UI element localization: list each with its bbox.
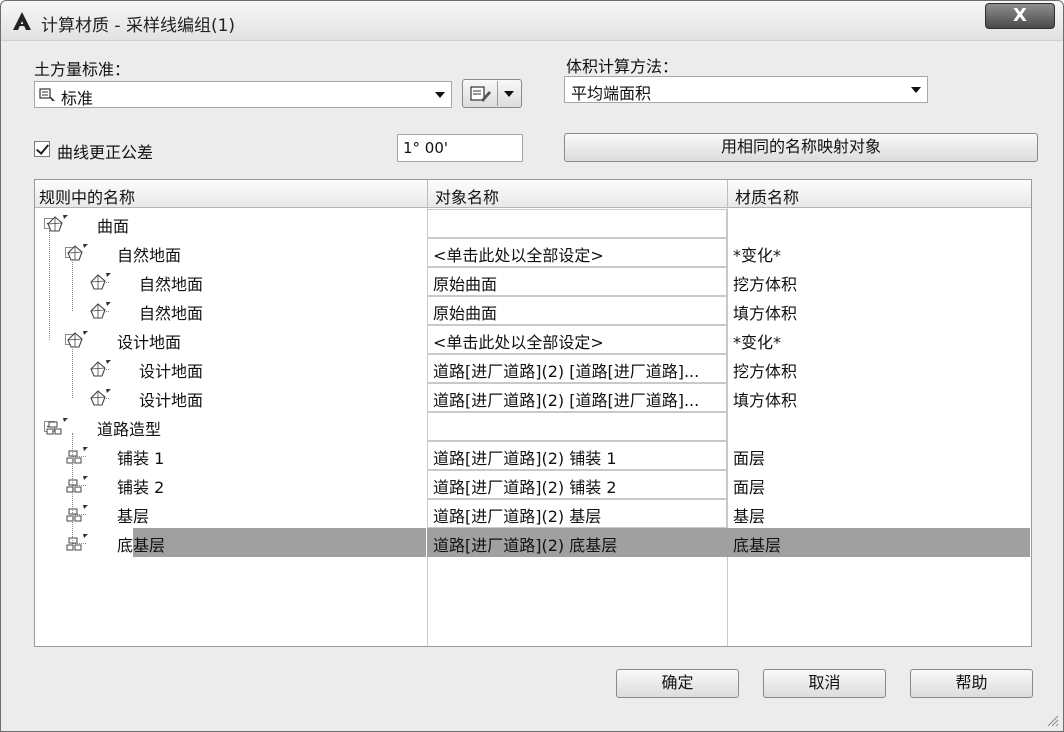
earthwork-criteria-label: 土方量标准： xyxy=(34,60,131,79)
table-row[interactable]: 铺装 1 道路[进厂道路](2) 铺装 1 面层 xyxy=(35,441,1031,470)
object-name-cell[interactable]: 道路[进厂道路](2) 底基层 xyxy=(427,528,727,557)
object-name-cell[interactable]: 道路[进厂道路](2) 基层 xyxy=(427,499,727,528)
object-name-cell[interactable] xyxy=(427,412,727,441)
rule-name-cell: 底基层 xyxy=(117,536,166,555)
object-name-text: <单击此处以全部设定> xyxy=(433,333,604,352)
volume-method-label: 体积计算方法： xyxy=(566,57,679,76)
object-name-cell[interactable]: 道路[进厂道路](2) 铺装 2 xyxy=(427,470,727,499)
rule-name-cell: 设计地面 xyxy=(139,362,204,381)
map-same-name-button[interactable]: 用相同的名称映射对象 xyxy=(564,133,1038,162)
rule-name-cell: 设计地面 xyxy=(117,333,182,352)
rule-name-cell: 自然地面 xyxy=(117,246,182,265)
curve-correction-label: 曲线更正公差 xyxy=(57,143,154,162)
table-row[interactable]: 曲面 xyxy=(35,209,1031,238)
surface-icon xyxy=(65,329,89,351)
surface-icon xyxy=(88,300,112,322)
object-name-text: 道路[进厂道路](2) [道路[进厂道路]... xyxy=(433,362,700,381)
material-name-cell[interactable]: *变化* xyxy=(733,329,781,353)
object-name-cell[interactable]: 道路[进厂道路](2) 铺装 1 xyxy=(427,441,727,470)
object-name-cell[interactable]: 道路[进厂道路](2) [道路[进厂道路]... xyxy=(427,383,727,412)
rule-name-cell: 设计地面 xyxy=(139,391,204,410)
table-row[interactable]: 道路造型 xyxy=(35,412,1031,441)
close-button[interactable]: X xyxy=(985,3,1055,29)
corridor-icon xyxy=(45,416,69,438)
surface-icon xyxy=(88,387,112,409)
material-name-cell[interactable]: 填方体积 xyxy=(733,387,797,411)
rule-name-cell: 铺装 2 xyxy=(117,478,165,497)
object-name-text: 原始曲面 xyxy=(433,275,498,294)
object-name-cell[interactable]: <单击此处以全部设定> xyxy=(427,325,727,354)
table-row[interactable]: 自然地面 原始曲面 挖方体积 xyxy=(35,267,1031,296)
material-name-cell[interactable]: *变化* xyxy=(733,242,781,266)
table-row[interactable]: 设计地面 <单击此处以全部设定> *变化* xyxy=(35,325,1031,354)
material-mapping-grid: 规则中的名称 对象名称 材质名称 曲面 自然地面 <单击此处以全部设定> *变化* 自然… xyxy=(34,179,1032,647)
rule-name-cell: 曲面 xyxy=(97,217,130,236)
table-row[interactable]: 基层 道路[进厂道路](2) 基层 基层 xyxy=(35,499,1031,528)
surface-icon xyxy=(65,242,89,264)
header-material-name[interactable]: 材质名称 xyxy=(735,184,799,208)
corridor-icon xyxy=(65,445,89,467)
rule-name-cell: 自然地面 xyxy=(139,275,204,294)
object-name-text: 道路[进厂道路](2) 基层 xyxy=(433,507,602,526)
cancel-button[interactable]: 取消 xyxy=(763,669,886,698)
table-row[interactable]: 设计地面 道路[进厂道路](2) [道路[进厂道路]... 挖方体积 xyxy=(35,354,1031,383)
earthwork-criteria-dropdown[interactable]: 标准 xyxy=(34,81,452,108)
material-name-cell[interactable]: 挖方体积 xyxy=(733,358,797,382)
object-name-cell[interactable] xyxy=(427,209,727,238)
volume-method-value: 平均端面积 xyxy=(571,84,652,103)
object-name-text: <单击此处以全部设定> xyxy=(433,246,604,265)
object-name-text: 道路[进厂道路](2) 铺装 1 xyxy=(433,449,617,468)
header-object-name[interactable]: 对象名称 xyxy=(435,184,499,208)
window-title: 计算材质 - 采样线编组(1) xyxy=(41,16,236,36)
corridor-icon xyxy=(65,532,89,554)
header-rule-name[interactable]: 规则中的名称 xyxy=(39,184,135,208)
rule-name-cell: 道路造型 xyxy=(97,420,162,439)
object-name-cell[interactable]: 道路[进厂道路](2) [道路[进厂道路]... xyxy=(427,354,727,383)
close-icon: X xyxy=(1013,5,1027,26)
material-name-cell[interactable]: 基层 xyxy=(733,503,765,527)
edit-criteria-button[interactable] xyxy=(462,79,522,108)
autocad-logo-icon xyxy=(13,12,31,30)
title-bar[interactable]: 计算材质 - 采样线编组(1) X xyxy=(1,1,1063,41)
ok-button[interactable]: 确定 xyxy=(616,669,739,698)
resize-grip-icon[interactable] xyxy=(1045,713,1059,727)
curve-correction-tolerance-input[interactable]: 1° 00' xyxy=(397,134,523,162)
table-row[interactable]: 设计地面 道路[进厂道路](2) [道路[进厂道路]... 填方体积 xyxy=(35,383,1031,412)
surface-icon xyxy=(88,358,112,380)
grid-header: 规则中的名称 对象名称 材质名称 xyxy=(35,180,1031,208)
compute-materials-dialog: 计算材质 - 采样线编组(1) X 土方量标准： 标准 体积计算方法： 平均端面… xyxy=(0,0,1064,732)
object-name-cell[interactable]: 原始曲面 xyxy=(427,267,727,296)
help-button[interactable]: 帮助 xyxy=(910,669,1033,698)
curve-correction-checkbox[interactable] xyxy=(34,141,50,157)
object-name-cell[interactable]: <单击此处以全部设定> xyxy=(427,238,727,267)
table-row[interactable]: 自然地面 原始曲面 填方体积 xyxy=(35,296,1031,325)
chevron-down-icon xyxy=(911,87,921,93)
chevron-down-icon xyxy=(435,92,445,98)
object-name-text: 道路[进厂道路](2) [道路[进厂道路]... xyxy=(433,391,700,410)
rule-name-cell: 铺装 1 xyxy=(117,449,165,468)
chevron-down-icon xyxy=(504,91,514,97)
corridor-icon xyxy=(65,474,89,496)
object-name-text: 原始曲面 xyxy=(433,304,498,323)
surface-icon xyxy=(88,271,112,293)
table-row[interactable]: 自然地面 <单击此处以全部设定> *变化* xyxy=(35,238,1031,267)
table-row[interactable]: 铺装 2 道路[进厂道路](2) 铺装 2 面层 xyxy=(35,470,1031,499)
criteria-style-icon xyxy=(39,88,55,101)
material-name-cell[interactable]: 面层 xyxy=(733,445,765,469)
material-name-cell[interactable]: 面层 xyxy=(733,474,765,498)
rule-name-cell: 自然地面 xyxy=(139,304,204,323)
material-name-cell[interactable]: 挖方体积 xyxy=(733,271,797,295)
edit-style-icon xyxy=(470,86,491,102)
corridor-icon xyxy=(65,503,89,525)
rule-name-cell: 基层 xyxy=(117,507,150,526)
table-row[interactable]: 底基层 道路[进厂道路](2) 底基层 底基层 xyxy=(35,528,1031,557)
object-name-text: 道路[进厂道路](2) 底基层 xyxy=(433,536,618,555)
object-name-text: 道路[进厂道路](2) 铺装 2 xyxy=(433,478,617,497)
object-name-cell[interactable]: 原始曲面 xyxy=(427,296,727,325)
volume-method-dropdown[interactable]: 平均端面积 xyxy=(564,76,928,103)
material-name-cell[interactable]: 底基层 xyxy=(733,532,781,556)
material-name-cell[interactable]: 填方体积 xyxy=(733,300,797,324)
earthwork-criteria-value: 标准 xyxy=(61,89,94,108)
